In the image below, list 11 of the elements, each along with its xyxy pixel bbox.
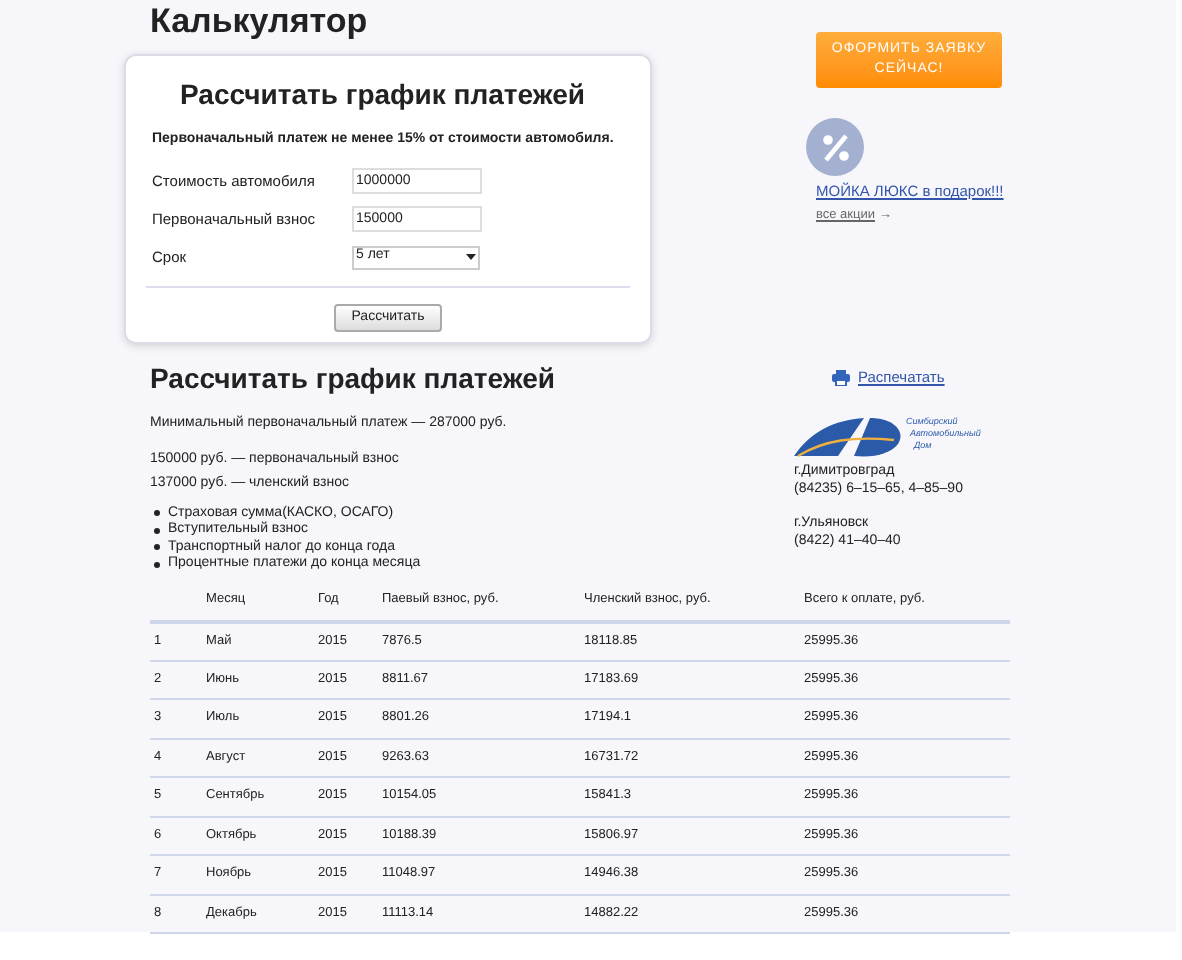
bullet-icon: [154, 510, 160, 517]
printer-icon: [832, 369, 850, 386]
results-title: Рассчитать график платежей: [150, 360, 558, 396]
card-title: Рассчитать график платежей: [178, 76, 588, 112]
bullet-icon: [154, 561, 160, 568]
percent-icon: [806, 118, 864, 176]
bullet-icon: [154, 527, 160, 534]
caret-icon: [466, 254, 476, 260]
bullet-icon: [154, 544, 160, 551]
logo-drawing: [794, 416, 904, 461]
page-title: Калькулятор: [148, 0, 370, 44]
